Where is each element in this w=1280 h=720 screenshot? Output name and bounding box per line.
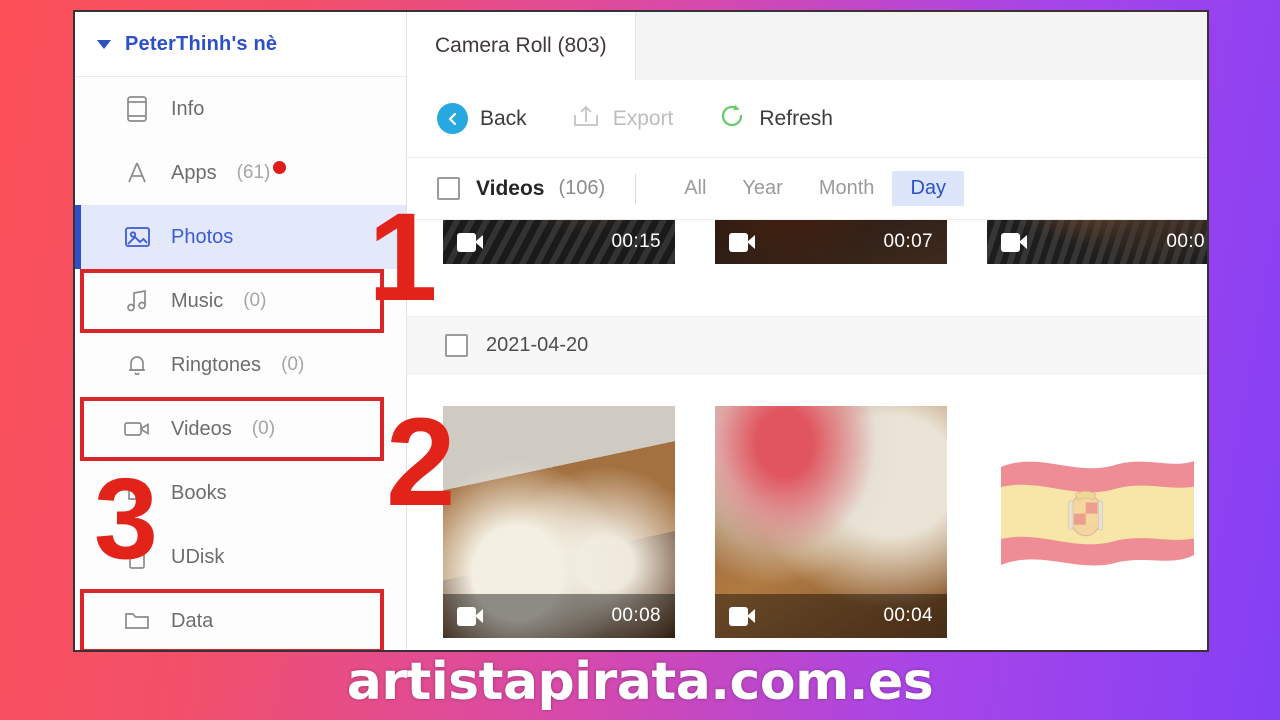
- export-button[interactable]: Export: [571, 103, 674, 135]
- watermark-text: artistapirata.com.es: [346, 652, 934, 712]
- sidebar-item-label: UDisk: [171, 545, 225, 568]
- sidebar-item-photos[interactable]: Photos: [75, 205, 406, 269]
- thumbnail-footer: 00:08: [443, 594, 675, 638]
- video-duration: 00:0: [1166, 231, 1205, 252]
- thumbnail-footer: 00:07: [715, 220, 947, 264]
- back-button[interactable]: Back: [437, 103, 527, 134]
- video-thumbnail[interactable]: 00:0: [987, 220, 1207, 264]
- annotation-number-1: 1: [368, 188, 438, 327]
- segment-all[interactable]: All: [666, 171, 724, 206]
- segment-year[interactable]: Year: [724, 171, 800, 206]
- video-thumbnail[interactable]: 00:04: [715, 406, 947, 638]
- folder-icon: [123, 607, 151, 635]
- video-badge-icon: [729, 606, 755, 626]
- video-badge-icon: [729, 232, 755, 252]
- divider: [635, 173, 637, 204]
- back-arrow-icon: [437, 103, 468, 134]
- sidebar-item-label: Apps: [171, 161, 217, 184]
- date-group-checkbox[interactable]: [445, 333, 468, 357]
- refresh-button[interactable]: Refresh: [717, 101, 833, 137]
- sidebar-item-music[interactable]: Music (0): [75, 269, 406, 333]
- sidebar-item-label: Ringtones: [171, 353, 262, 376]
- video-duration: 00:04: [883, 605, 933, 626]
- appstore-icon: [123, 159, 151, 187]
- annotation-number-2: 2: [386, 393, 456, 532]
- sidebar-item-count: (0): [251, 418, 276, 439]
- toolbar: Back Export Refresh: [407, 80, 1207, 158]
- sidebar-item-data[interactable]: Data: [75, 589, 406, 650]
- video-thumbnail[interactable]: 00:08: [443, 406, 675, 638]
- export-label: Export: [612, 106, 674, 130]
- date-group-header[interactable]: 2021-04-20: [407, 316, 1207, 374]
- sidebar-item-info[interactable]: Info: [75, 77, 406, 141]
- video-duration: 00:07: [883, 231, 933, 252]
- sidebar-item-count: (61): [236, 162, 271, 183]
- back-label: Back: [480, 106, 527, 130]
- segment-month[interactable]: Month: [801, 171, 893, 206]
- sidebar-item-apps[interactable]: Apps (61): [75, 141, 406, 205]
- sidebar-item-label: Info: [171, 97, 205, 120]
- segment-day[interactable]: Day: [892, 171, 965, 206]
- sidebar-item-count: (0): [243, 290, 267, 311]
- spain-flag-icon: [995, 445, 1200, 585]
- thumbnail-footer: 00:04: [715, 594, 947, 638]
- videos-filter-count: (106): [558, 177, 606, 199]
- photo-grid[interactable]: 00:15 00:07 00:0 2021-04-20 00:08 00:04: [407, 220, 1207, 650]
- thumbnail-footer: 00:0: [987, 220, 1207, 264]
- sidebar-item-count: (0): [281, 354, 305, 375]
- tab-bar: Camera Roll (803): [407, 12, 1207, 80]
- video-thumbnail[interactable]: 00:07: [715, 220, 947, 264]
- video-duration: 00:08: [611, 605, 661, 626]
- thumbnail-row-top: 00:15 00:07 00:0: [407, 220, 1207, 264]
- sidebar-item-ringtones[interactable]: Ringtones (0): [75, 333, 406, 397]
- video-icon: [123, 415, 151, 443]
- filter-bar: Videos (106) All Year Month Day: [407, 158, 1207, 220]
- videos-filter-label: Videos: [476, 176, 545, 200]
- phone-icon: [123, 95, 151, 123]
- date-group-label: 2021-04-20: [486, 333, 589, 356]
- tab-camera-roll[interactable]: Camera Roll (803): [407, 12, 636, 80]
- export-icon: [571, 103, 601, 135]
- video-badge-icon: [1001, 232, 1027, 252]
- video-badge-icon: [457, 232, 483, 252]
- video-duration: 00:15: [611, 231, 661, 252]
- sidebar-item-label: Videos: [171, 417, 232, 440]
- refresh-icon: [717, 101, 747, 137]
- refresh-label: Refresh: [759, 106, 833, 130]
- sidebar-item-label: Photos: [171, 225, 234, 248]
- photo-icon: [123, 223, 151, 251]
- annotation-number-3: 3: [94, 455, 158, 583]
- sidebar-item-label: Data: [171, 609, 214, 632]
- sidebar-item-videos[interactable]: Videos (0): [75, 397, 406, 461]
- sidebar-item-label: Music: [171, 289, 224, 312]
- video-thumbnail[interactable]: 00:15: [443, 220, 675, 264]
- select-all-videos-checkbox[interactable]: [437, 177, 460, 200]
- bell-icon: [123, 351, 151, 379]
- notification-dot-icon: [273, 161, 286, 174]
- chevron-down-icon[interactable]: [97, 39, 111, 49]
- video-badge-icon: [457, 606, 483, 626]
- device-header[interactable]: PeterThinh's nè: [75, 12, 406, 77]
- device-name: PeterThinh's nè: [125, 32, 278, 55]
- thumbnail-footer: 00:15: [443, 220, 675, 264]
- sidebar-item-label: Books: [171, 481, 227, 504]
- music-note-icon: [123, 287, 151, 315]
